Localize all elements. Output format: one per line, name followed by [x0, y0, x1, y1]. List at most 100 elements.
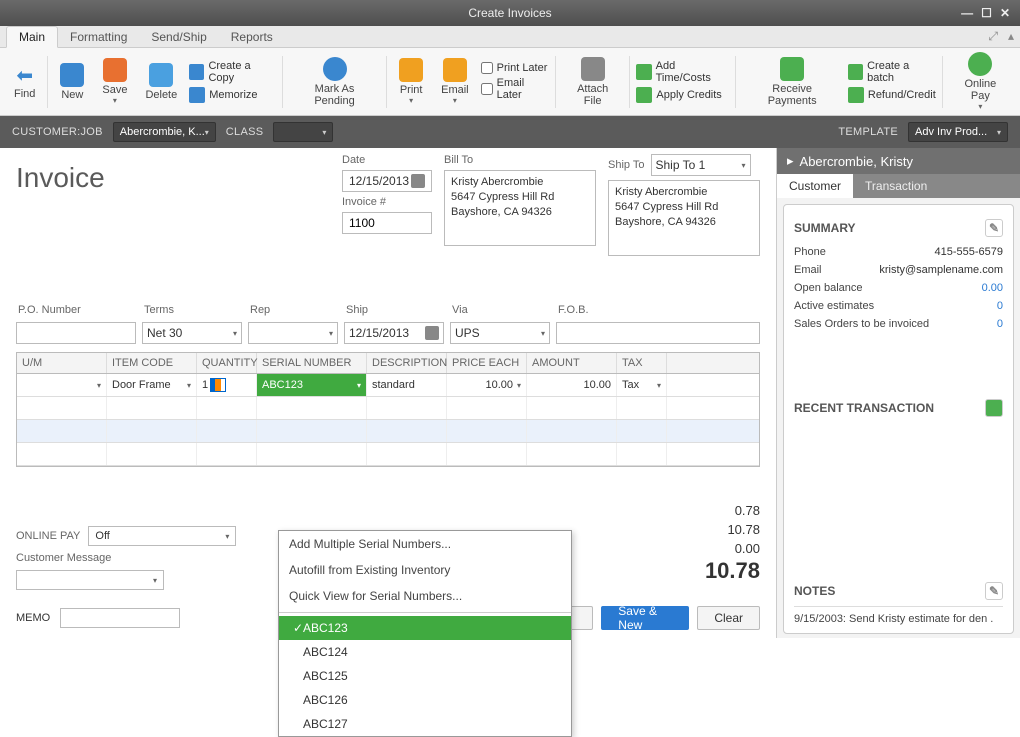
add-time-costs-button[interactable]: Add Time/Costs — [636, 60, 729, 84]
tab-transaction[interactable]: Transaction — [853, 174, 939, 198]
price-cell[interactable]: 10.00▾ — [447, 374, 527, 396]
edit-icon[interactable]: ✎ — [985, 219, 1003, 237]
new-button[interactable]: New — [54, 61, 90, 103]
memo-input[interactable] — [60, 608, 180, 628]
ship-to-textarea[interactable]: Kristy Abercrombie 5647 Cypress Hill Rd … — [608, 180, 760, 256]
col-description: DESCRIPTION — [367, 353, 447, 373]
active-estimates-label: Active estimates — [794, 300, 874, 312]
attach-file-button[interactable]: Attach File — [562, 55, 624, 109]
col-price: PRICE EACH — [447, 353, 527, 373]
serial-cell[interactable]: ABC123▾ — [257, 374, 367, 396]
item-code-cell[interactable]: Door Frame▾ — [107, 374, 197, 396]
calendar-icon[interactable] — [411, 174, 425, 188]
window-titlebar: Create Invoices — ☐ ✕ — [0, 0, 1020, 26]
date-label: Date — [342, 154, 432, 166]
maximize-icon[interactable]: ☐ — [981, 6, 992, 20]
payments-applied: 0.00 — [705, 539, 760, 558]
save-button[interactable]: Save▾ — [96, 56, 133, 107]
tab-formatting[interactable]: Formatting — [58, 27, 139, 47]
calendar-icon[interactable] — [425, 326, 439, 340]
amount-cell[interactable]: 10.00 — [527, 374, 617, 396]
ship-to-label: Ship To — [608, 159, 645, 171]
totals-block: 0.78 10.78 0.00 10.78 — [705, 501, 760, 584]
online-pay-select[interactable]: Off▾ — [88, 526, 236, 546]
quick-view-serials[interactable]: Quick View for Serial Numbers... — [279, 583, 571, 609]
customer-message-select[interactable]: ▾ — [16, 570, 164, 590]
apply-credits-button[interactable]: Apply Credits — [636, 87, 729, 103]
notes-text: 9/15/2003: Send Kristy estimate for den … — [794, 606, 1003, 625]
ship-to-select[interactable]: Ship To 1▾ — [651, 154, 751, 176]
serial-option[interactable]: ABC124 — [279, 640, 571, 664]
serial-option[interactable]: ABC126 — [279, 688, 571, 712]
find-button[interactable]: ⬅ Find — [8, 61, 41, 102]
table-row[interactable]: ▾ Door Frame▾ 1 ABC123▾ standard 10.00▾ … — [17, 374, 759, 397]
table-row[interactable] — [17, 397, 759, 420]
print-button[interactable]: Print▾ — [393, 56, 429, 107]
serial-option[interactable]: ABC125 — [279, 664, 571, 688]
collapse-ribbon-icon[interactable]: ▴ — [1008, 29, 1014, 44]
customer-job-select[interactable]: Abercrombie, K...▾ — [113, 122, 216, 142]
um-cell[interactable]: ▾ — [17, 374, 107, 396]
save-new-button[interactable]: Save & New — [601, 606, 689, 630]
open-balance-value[interactable]: 0.00 — [982, 282, 1003, 294]
tab-main[interactable]: Main — [6, 26, 58, 48]
tab-reports[interactable]: Reports — [219, 27, 285, 47]
ship-date-input[interactable]: 12/15/2013 — [344, 322, 444, 344]
edit-icon[interactable]: ✎ — [985, 582, 1003, 600]
minimize-icon[interactable]: — — [961, 6, 973, 20]
expand-icon[interactable]: ⤢ — [988, 29, 998, 44]
line-items-table: U/M ITEM CODE QUANTITY SERIAL NUMBER DES… — [16, 352, 760, 467]
active-estimates-value[interactable]: 0 — [997, 300, 1003, 312]
tax-cell[interactable]: Tax▾ — [617, 374, 667, 396]
email-button[interactable]: Email▾ — [435, 56, 475, 107]
close-icon[interactable]: ✕ — [1000, 6, 1010, 20]
create-batch-button[interactable]: Create a batch — [848, 60, 936, 84]
invoice-no-label: Invoice # — [342, 196, 432, 208]
delete-button[interactable]: Delete — [139, 61, 183, 103]
fob-label: F.O.B. — [556, 304, 760, 316]
template-select[interactable]: Adv Inv Prod...▾ — [908, 122, 1008, 142]
invoice-no-input[interactable] — [342, 212, 432, 234]
col-tax: TAX — [617, 353, 667, 373]
rep-label: Rep — [248, 304, 338, 316]
window-title: Create Invoices — [468, 6, 551, 20]
create-copy-button[interactable]: Create a Copy — [189, 60, 276, 84]
class-select[interactable]: ▾ — [273, 122, 333, 142]
quantity-cell[interactable]: 1 — [197, 374, 257, 396]
online-pay-button[interactable]: Online Pay▾ — [949, 50, 1012, 113]
customer-bar: CUSTOMER:JOB Abercrombie, K...▾ CLASS ▾ … — [0, 116, 1020, 148]
print-later-checkbox[interactable]: Print Later — [481, 62, 549, 74]
via-select[interactable]: UPS▾ — [450, 322, 550, 344]
clear-button[interactable]: Clear — [697, 606, 760, 630]
tab-customer[interactable]: Customer — [777, 174, 853, 198]
date-input[interactable]: 12/15/2013 — [342, 170, 432, 192]
rep-select[interactable]: ▾ — [248, 322, 338, 344]
bill-to-textarea[interactable]: Kristy Abercrombie 5647 Cypress Hill Rd … — [444, 170, 596, 246]
memo-label: MEMO — [16, 612, 50, 624]
sales-orders-value[interactable]: 0 — [997, 318, 1003, 330]
autofill-serials[interactable]: Autofill from Existing Inventory — [279, 557, 571, 583]
balance-due: 10.78 — [705, 558, 760, 584]
po-input[interactable] — [16, 322, 136, 344]
phone-label: Phone — [794, 246, 826, 258]
serial-option[interactable]: ABC127 — [279, 712, 571, 736]
table-row[interactable] — [17, 420, 759, 443]
sales-orders-label: Sales Orders to be invoiced — [794, 318, 929, 330]
email-later-checkbox[interactable]: Email Later — [481, 77, 549, 101]
barcode-icon[interactable] — [210, 378, 226, 392]
memorize-button[interactable]: Memorize — [189, 87, 276, 103]
description-cell[interactable]: standard — [367, 374, 447, 396]
customer-panel-header[interactable]: ▸ Abercrombie, Kristy — [777, 148, 1020, 174]
table-row[interactable] — [17, 443, 759, 466]
recent-transaction-icon[interactable] — [985, 399, 1003, 417]
mark-pending-button[interactable]: Mark As Pending — [289, 55, 380, 109]
add-multiple-serials[interactable]: Add Multiple Serial Numbers... — [279, 531, 571, 557]
fob-input[interactable] — [556, 322, 760, 344]
refund-credit-button[interactable]: Refund/Credit — [848, 87, 936, 103]
tab-sendship[interactable]: Send/Ship — [139, 27, 218, 47]
receive-payments-button[interactable]: Receive Payments — [742, 55, 841, 109]
serial-option[interactable]: ✓ABC123 — [279, 616, 571, 640]
phone-value: 415-555-6579 — [934, 246, 1003, 258]
ship-date-label: Ship — [344, 304, 444, 316]
terms-select[interactable]: Net 30▾ — [142, 322, 242, 344]
